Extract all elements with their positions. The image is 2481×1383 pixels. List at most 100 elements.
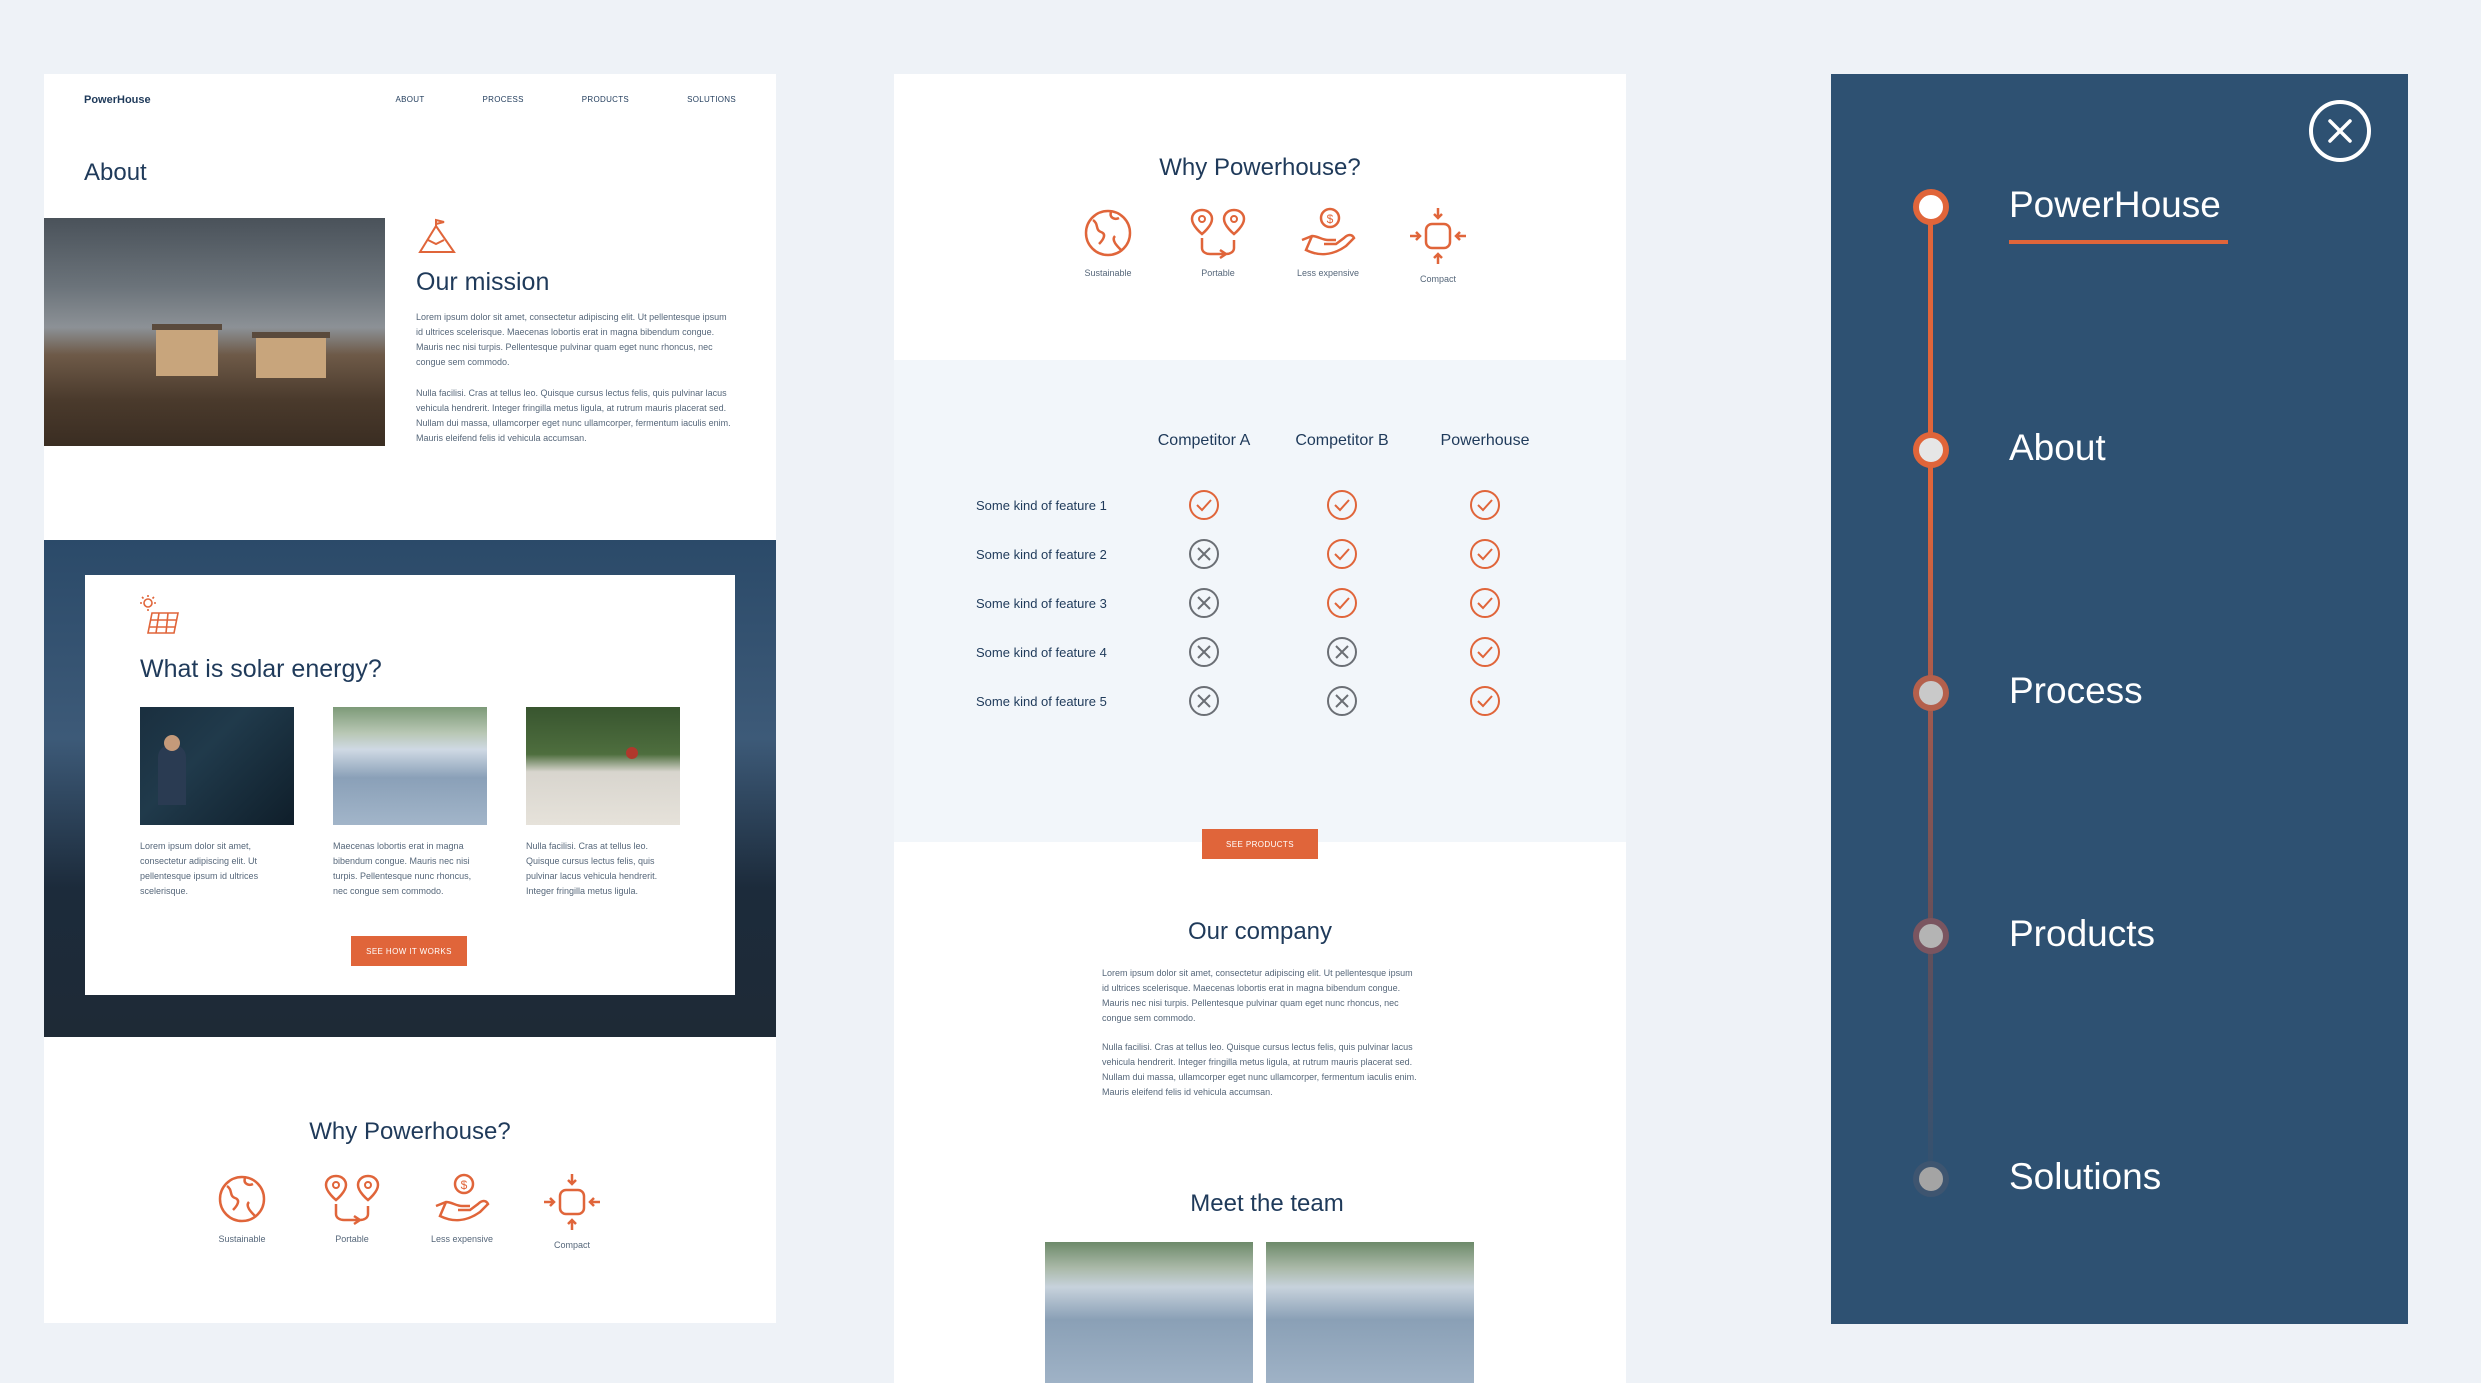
feature-label: Portable [1201,268,1235,278]
why-powerhouse-title: Why Powerhouse? [309,1118,511,1145]
feature-portable: Portable [1163,206,1273,284]
compact-arrows-icon [544,1174,600,1230]
column-header-powerhouse: Powerhouse [1440,432,1530,449]
solar-caption-1: Lorem ipsum dolor sit amet, consectetur … [140,841,259,896]
mission-title: Our mission [416,268,550,296]
feature-label: Sustainable [218,1234,266,1244]
nav-links: ABOUT PROCESS PRODUCTS SOLUTIONS [395,95,736,104]
feature-row-label: Some kind of feature 5 [976,694,1107,709]
solar-caption-2: Maecenas lobortis erat in magna bibendum… [333,841,472,896]
check-icon [1470,637,1500,667]
solar-photo-panel [333,707,487,825]
menu-item-about[interactable]: About [2009,427,2106,469]
column-header-competitor-a: Competitor A [1157,432,1251,449]
solar-panel-icon [140,595,179,634]
team-title: Meet the team [1190,1190,1344,1217]
company-paragraph-1: Lorem ipsum dolor sit amet, consectetur … [1102,968,1413,1023]
check-icon [1470,490,1500,520]
cross-icon [1327,637,1357,667]
mission-paragraph-1: Lorem ipsum dolor sit amet, consectetur … [416,312,727,367]
menu-node [1913,1161,1949,1197]
landing-page-mockup: PowerHouse ABOUT PROCESS PRODUCTS SOLUTI… [44,74,776,1383]
menu-item-powerhouse[interactable]: PowerHouse [2009,184,2221,226]
check-icon [1470,539,1500,569]
globe-icon [1084,209,1132,257]
features-row: Sustainable Portable $ Less expensive Co… [1053,206,1493,284]
top-nav: PowerHouse ABOUT PROCESS PRODUCTS SOLUTI… [84,92,736,112]
svg-text:$: $ [1327,212,1334,226]
feature-label: Less expensive [430,1234,494,1244]
menu-node [1913,918,1949,954]
company-title: Our company [1187,918,1333,945]
feature-row-label: Some kind of feature 2 [976,547,1107,562]
team-photo [1045,1242,1253,1383]
feature-label: Compact [553,1240,590,1250]
active-menu-underline [2009,240,2228,244]
mission-paragraph-2: Nulla facilisi. Cras at tellus leo. Quis… [416,388,731,443]
brand-logo[interactable]: PowerHouse [84,94,151,106]
check-icon [1327,490,1357,520]
feature-row-label: Some kind of feature 4 [976,645,1107,660]
cross-icon [1189,539,1219,569]
hand-coin-icon: $ [435,1173,490,1222]
page-title: About [84,159,147,186]
feature-sustainable: Sustainable [1053,206,1163,284]
see-products-button[interactable]: SEE PRODUCTS [1202,829,1318,859]
feature-row-label: Some kind of feature 3 [976,596,1107,611]
cross-icon [1327,686,1357,716]
check-icon [1470,686,1500,716]
menu-item-solutions[interactable]: Solutions [2009,1156,2161,1198]
nav-link-process[interactable]: PROCESS [483,95,524,104]
solar-caption-3: Nulla facilisi. Cras at tellus leo. Quis… [526,841,658,896]
feature-portable: Portable [297,1172,407,1250]
nav-link-about[interactable]: ABOUT [395,95,424,104]
menu-node-active [1913,189,1949,225]
mobile-menu-overlay: PowerHouse About Process Products Soluti… [1831,74,2408,1324]
feature-row-label: Some kind of feature 1 [976,498,1107,513]
close-icon [2328,119,2352,143]
feature-label: Sustainable [1084,268,1132,278]
comparison-table: Competitor A Competitor B Powerhouse Som… [894,360,1626,859]
close-button[interactable] [2309,100,2371,162]
nav-link-solutions[interactable]: SOLUTIONS [687,95,736,104]
mountain-icon [418,218,456,253]
feature-label: Compact [1419,274,1456,284]
features-row: Sustainable Portable $ Less expensive Co… [187,1172,627,1250]
mission-photo [44,218,385,446]
route-pins-icon [1190,208,1246,260]
feature-compact: Compact [517,1172,627,1250]
compact-arrows-icon [1410,208,1466,264]
menu-item-process[interactable]: Process [2009,670,2143,712]
hand-coin-icon: $ [1301,207,1356,256]
feature-compact: Compact [1383,206,1493,284]
comparison-page-mockup: Why Powerhouse? Sustainable Portable $ L… [894,74,1626,1383]
solar-photo-worker [140,707,294,825]
menu-node [1913,675,1949,711]
menu-item-products[interactable]: Products [2009,913,2155,955]
globe-icon [218,1175,266,1223]
why-powerhouse-title: Why Powerhouse? [1159,154,1361,181]
check-icon [1327,588,1357,618]
team-photo [1266,1242,1474,1383]
cross-icon [1189,588,1219,618]
page-footer-strip [44,1323,776,1383]
see-how-it-works-button[interactable]: SEE HOW IT WORKS [351,936,467,966]
column-header-competitor-b: Competitor B [1295,432,1389,449]
solar-title: What is solar energy? [140,655,382,683]
svg-text:$: $ [461,1178,468,1192]
check-icon [1327,539,1357,569]
nav-link-products[interactable]: PRODUCTS [582,95,629,104]
feature-label: Less expensive [1296,268,1360,278]
check-icon [1470,588,1500,618]
cross-icon [1189,686,1219,716]
company-paragraph-2: Nulla facilisi. Cras at tellus leo. Quis… [1102,1042,1417,1097]
cross-icon [1189,637,1219,667]
solar-info-card: What is solar energy? Lorem ipsum dolor … [85,575,735,995]
feature-label: Portable [335,1234,369,1244]
check-icon [1189,490,1219,520]
feature-less-expensive: $ Less expensive [407,1172,517,1250]
route-pins-icon [324,1174,380,1226]
menu-node [1913,432,1949,468]
solar-photo-house [526,707,680,825]
feature-less-expensive: $ Less expensive [1273,206,1383,284]
